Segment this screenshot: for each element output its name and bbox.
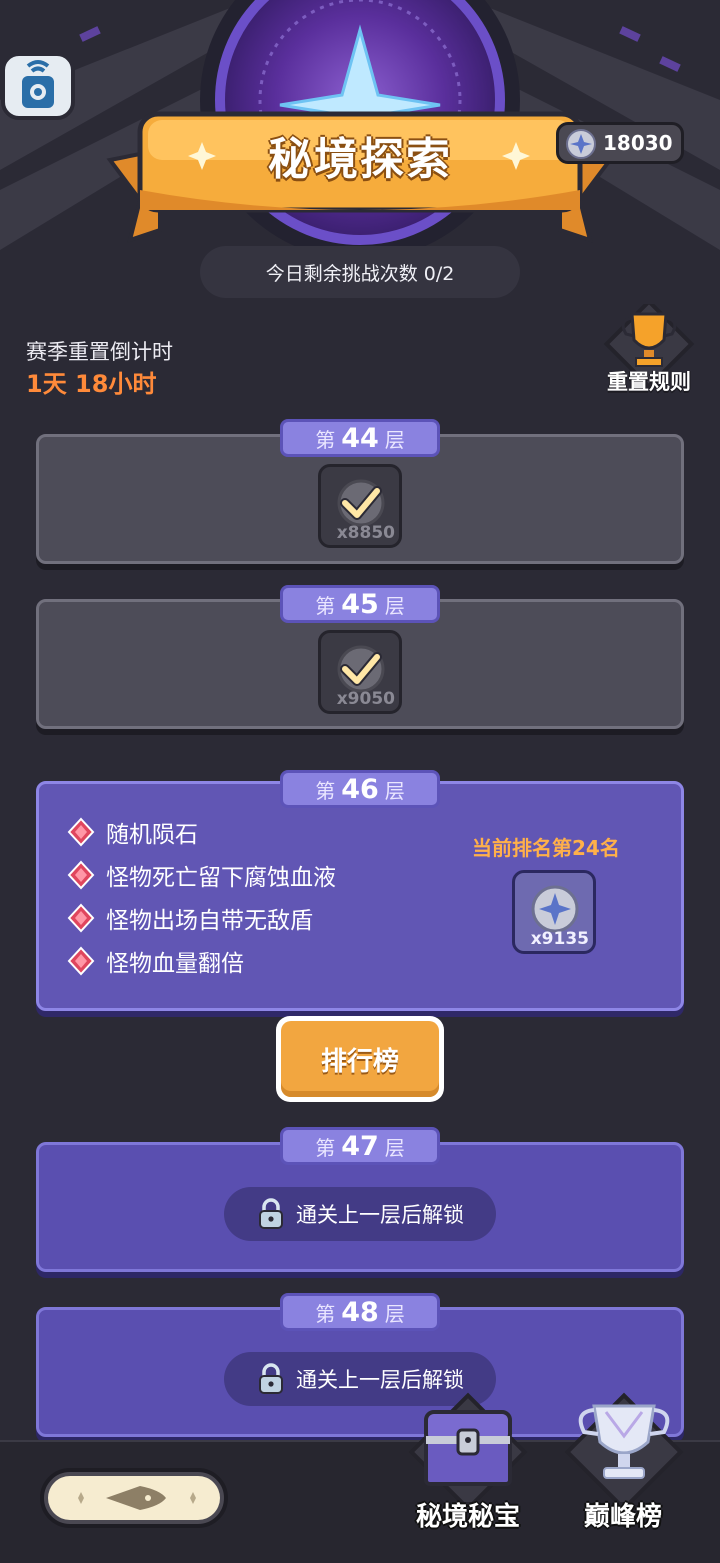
modifier-item: 随机陨石 xyxy=(66,814,198,850)
lock-icon xyxy=(259,1363,283,1394)
floor-tab-45: 第 45 层 xyxy=(280,585,440,623)
current-rank: 当前排名第24名 xyxy=(472,836,620,860)
crystal-trophy-icon xyxy=(564,1392,684,1512)
floor-prefix: 第 xyxy=(315,427,336,452)
back-button-face xyxy=(48,1476,220,1520)
reward-slot-45: x9050 xyxy=(318,630,402,714)
floor-number: 47 xyxy=(341,1130,379,1162)
reward-quantity: x8850 xyxy=(336,523,395,543)
unlock-hint-text: 通关上一层后解锁 xyxy=(296,1203,464,1227)
peak-ranking-nav-label: 巅峰榜 xyxy=(583,1502,662,1532)
title-banner: 秘境探索 xyxy=(100,100,620,250)
back-button[interactable] xyxy=(40,1468,228,1528)
floor-number: 45 xyxy=(341,588,379,620)
modifier-item: 怪物死亡留下腐蚀血液 xyxy=(66,857,336,893)
red-gem-icon xyxy=(67,903,95,933)
modifier-text: 怪物出场自带无敌盾 xyxy=(106,908,313,934)
modifier-item: 怪物出场自带无敌盾 xyxy=(66,900,313,936)
floor-prefix: 第 xyxy=(315,778,336,803)
floor-suffix: 层 xyxy=(384,593,405,618)
season-countdown: 1天 18小时 xyxy=(26,370,157,398)
back-arrow-icon xyxy=(78,1486,196,1510)
daily-attempts: 今日剩余挑战次数 0/2 xyxy=(200,246,520,298)
peak-ranking-nav-button[interactable] xyxy=(554,1392,694,1512)
signal-icon xyxy=(1,52,75,120)
floor-tab-47: 第 47 层 xyxy=(280,1127,440,1165)
floor-suffix: 层 xyxy=(384,427,405,452)
page-title: 秘境探索 xyxy=(268,134,452,185)
floor-number: 44 xyxy=(341,422,379,454)
floor-tab-44: 第 44 层 xyxy=(280,419,440,457)
checkmark-icon xyxy=(340,486,382,520)
reward-slot-44: x8850 xyxy=(318,464,402,548)
red-gem-icon xyxy=(67,946,95,976)
modifier-item: 怪物血量翻倍 xyxy=(66,943,244,979)
floor-prefix: 第 xyxy=(315,1301,336,1326)
reset-rules-label: 重置规则 xyxy=(607,370,691,394)
checkmark-icon xyxy=(340,652,382,686)
connection-status-button[interactable] xyxy=(0,44,76,122)
reward-quantity: x9050 xyxy=(336,689,395,709)
floor-suffix: 层 xyxy=(384,1135,405,1160)
star-coin-icon xyxy=(566,129,596,159)
leaderboard-button-label: 排行榜 xyxy=(281,1021,439,1097)
currency-counter: 18030 xyxy=(556,122,684,164)
treasure-nav-label: 秘境秘宝 xyxy=(415,1502,520,1532)
unlock-hint-text: 通关上一层后解锁 xyxy=(296,1368,464,1392)
floor-suffix: 层 xyxy=(384,1301,405,1326)
reward-quantity: x9135 xyxy=(530,929,589,949)
floor-prefix: 第 xyxy=(315,593,336,618)
treasure-chest-icon xyxy=(408,1392,528,1512)
lock-icon xyxy=(259,1198,283,1229)
season-reset-label: 赛季重置倒计时 xyxy=(26,340,173,364)
modifier-text: 怪物血量翻倍 xyxy=(106,951,244,977)
floor-number: 46 xyxy=(341,773,379,805)
floor-tab-48: 第 48 层 xyxy=(280,1293,440,1331)
red-gem-icon xyxy=(67,817,95,847)
floor-number: 48 xyxy=(341,1296,379,1328)
floor-tab-46: 第 46 层 xyxy=(280,770,440,808)
floor-prefix: 第 xyxy=(315,1135,336,1160)
leaderboard-button[interactable]: 排行榜 xyxy=(276,1016,444,1102)
floor-suffix: 层 xyxy=(384,778,405,803)
modifier-text: 怪物死亡留下腐蚀血液 xyxy=(106,865,336,891)
treasure-nav-button[interactable] xyxy=(398,1392,538,1512)
modifier-text: 随机陨石 xyxy=(106,822,198,848)
currency-amount: 18030 xyxy=(603,131,673,155)
red-gem-icon xyxy=(67,860,95,890)
reward-slot-46: x9135 xyxy=(512,870,596,954)
unlock-hint: 通关上一层后解锁 xyxy=(224,1187,496,1241)
